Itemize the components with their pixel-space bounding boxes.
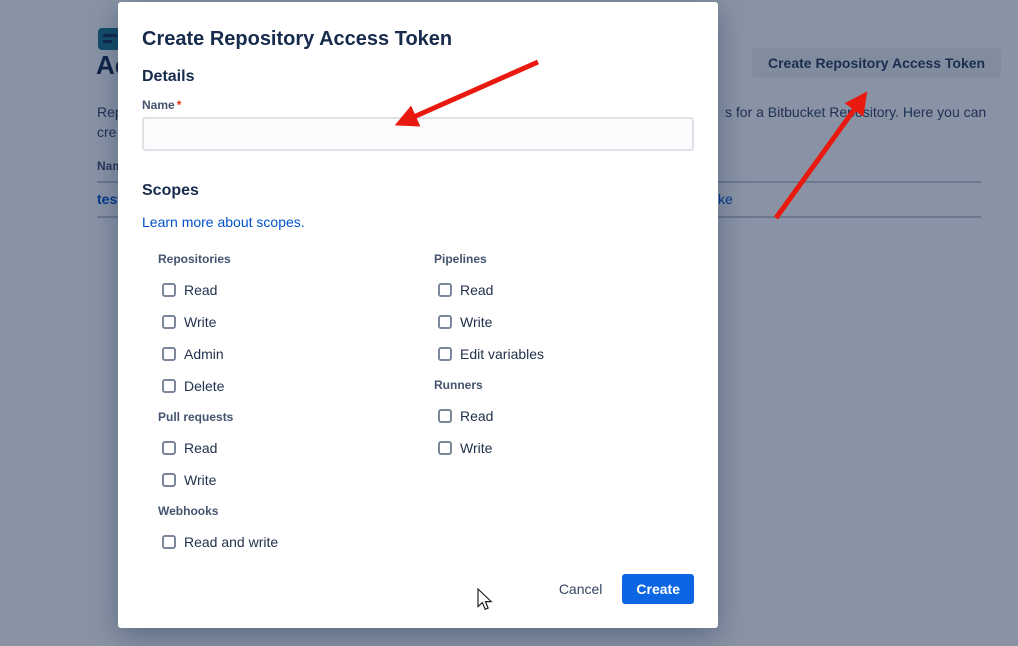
learn-more-about-scopes-link[interactable]: Learn more about scopes. [142, 214, 305, 230]
scopes-column-left: Repositories Read Write Admin Delete Pul… [158, 250, 428, 558]
details-section-heading: Details [142, 68, 194, 86]
scope-option-row: Admin [158, 338, 428, 370]
checkbox-pull-requests-read[interactable] [162, 441, 176, 455]
cancel-button[interactable]: Cancel [559, 581, 603, 597]
scope-option-label[interactable]: Write [460, 440, 492, 456]
scopes-section-heading: Scopes [142, 182, 199, 200]
scope-option-row: Delete [158, 370, 428, 402]
scope-option-row: Edit variables [434, 338, 704, 370]
scope-group-webhooks: Webhooks [158, 502, 428, 520]
scope-option-label[interactable]: Write [184, 472, 216, 488]
checkbox-repositories-read[interactable] [162, 283, 176, 297]
checkbox-pull-requests-write[interactable] [162, 473, 176, 487]
scope-option-label[interactable]: Edit variables [460, 346, 544, 362]
scope-option-row: Read [158, 274, 428, 306]
scope-option-label[interactable]: Read [460, 282, 493, 298]
checkbox-repositories-delete[interactable] [162, 379, 176, 393]
scope-option-row: Write [434, 306, 704, 338]
scope-option-label[interactable]: Write [184, 314, 216, 330]
create-repository-access-token-modal: Create Repository Access Token Details N… [118, 2, 718, 628]
name-field-label: Name* [142, 98, 181, 112]
name-input[interactable] [142, 117, 694, 151]
checkbox-pipelines-write[interactable] [438, 315, 452, 329]
scope-option-row: Read [434, 400, 704, 432]
checkbox-runners-read[interactable] [438, 409, 452, 423]
scope-option-label[interactable]: Delete [184, 378, 224, 394]
scopes-column-right: Pipelines Read Write Edit variables Runn… [434, 250, 704, 464]
scope-group-runners: Runners [434, 376, 704, 394]
scope-option-label[interactable]: Write [460, 314, 492, 330]
scope-option-row: Write [158, 306, 428, 338]
checkbox-repositories-write[interactable] [162, 315, 176, 329]
scope-option-label[interactable]: Admin [184, 346, 224, 362]
checkbox-pipelines-read[interactable] [438, 283, 452, 297]
scope-group-pull-requests: Pull requests [158, 408, 428, 426]
scope-group-pipelines: Pipelines [434, 250, 704, 268]
scope-group-repositories: Repositories [158, 250, 428, 268]
modal-footer: Cancel Create [559, 574, 694, 604]
checkbox-pipelines-edit-variables[interactable] [438, 347, 452, 361]
scope-option-label[interactable]: Read [460, 408, 493, 424]
scope-option-row: Write [158, 464, 428, 496]
scope-option-row: Read [158, 432, 428, 464]
scope-option-label[interactable]: Read [184, 282, 217, 298]
name-label-text: Name [142, 98, 175, 112]
scope-option-row: Read and write [158, 526, 428, 558]
scope-option-row: Read [434, 274, 704, 306]
checkbox-repositories-admin[interactable] [162, 347, 176, 361]
required-asterisk: * [175, 98, 182, 112]
create-button[interactable]: Create [622, 574, 694, 604]
scope-option-label[interactable]: Read and write [184, 534, 278, 550]
scope-option-label[interactable]: Read [184, 440, 217, 456]
scope-option-row: Write [434, 432, 704, 464]
checkbox-webhooks-read-and-write[interactable] [162, 535, 176, 549]
checkbox-runners-write[interactable] [438, 441, 452, 455]
modal-title: Create Repository Access Token [142, 28, 452, 51]
